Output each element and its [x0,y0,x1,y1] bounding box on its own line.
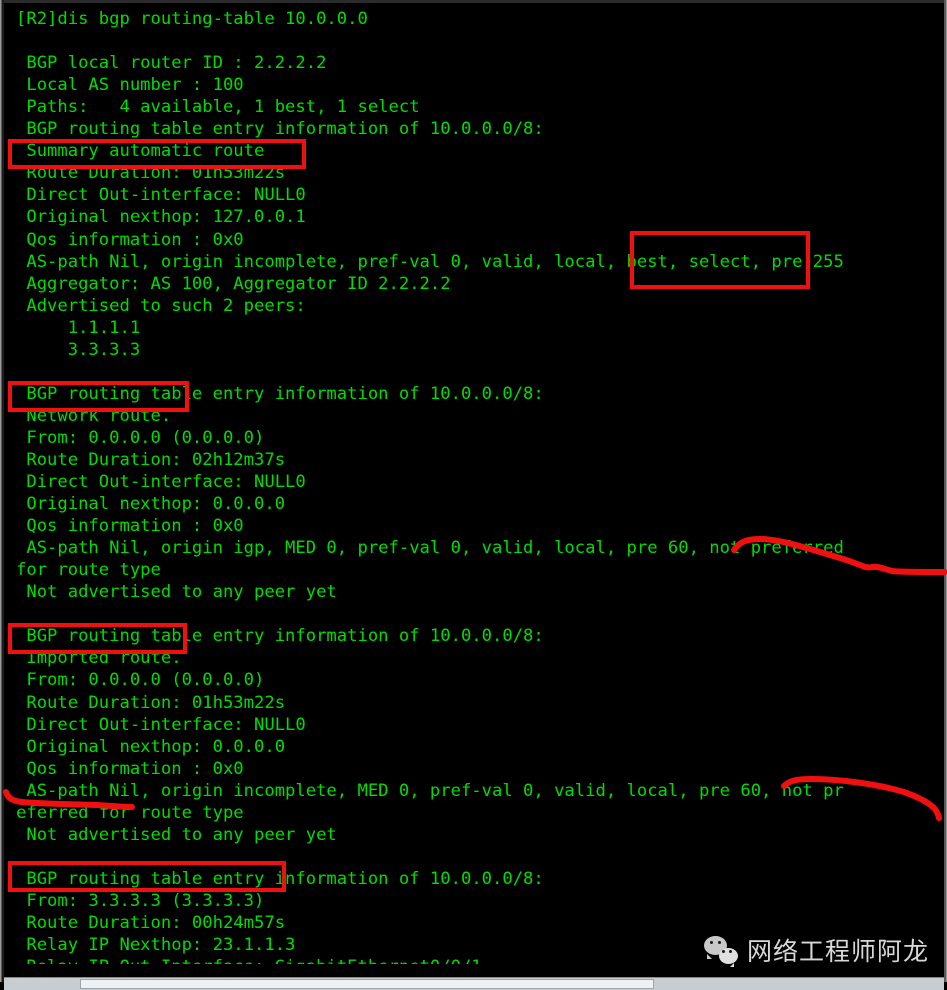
terminal-line: Imported route. [16,648,182,669]
terminal-line: Direct Out-interface: NULL0 [16,472,306,493]
terminal-line: BGP routing table entry information of 1… [16,868,544,889]
terminal-line: Paths: 4 available, 1 best, 1 select [16,97,420,118]
wechat-icon [703,936,738,967]
terminal-line: BGP routing table entry information of 1… [16,383,544,404]
terminal-line: BGP routing table entry information of 1… [16,626,544,647]
terminal-line: Qos information : 0x0 [16,758,244,779]
terminal-line: [R2]dis bgp routing-table 10.0.0.0 [16,9,368,30]
terminal-line: BGP routing table entry information of 1… [16,119,544,140]
terminal-line: Original nexthop: 127.0.0.1 [16,207,306,228]
terminal-line: for route type [16,560,161,581]
terminal-line: Not advertised to any peer yet [16,582,337,603]
terminal-line: Aggregator: AS 100, Aggregator ID 2.2.2.… [16,273,451,294]
terminal-line: AS-path Nil, origin incomplete, MED 0, p… [16,780,844,801]
terminal-line: Route Duration: 01h53m22s [16,692,286,713]
terminal-line: Network route. [16,405,172,426]
watermark-text: 网络工程师阿龙 [746,937,929,966]
terminal-line: BGP local router ID : 2.2.2.2 [16,53,327,74]
terminal-line: 1.1.1.1 [16,317,141,338]
terminal-line: Original nexthop: 0.0.0.0 [16,494,286,515]
terminal-line: eferred for route type [16,802,244,823]
horizontal-scrollbar[interactable] [4,977,944,990]
terminal-line: Route Duration: 00h24m57s [16,912,286,933]
terminal-line: Original nexthop: 0.0.0.0 [16,736,286,757]
terminal-line: AS-path Nil, origin igp, MED 0, pref-val… [16,538,844,559]
terminal-line: Route Duration: 01h53m22s [16,163,286,184]
terminal-line: Direct Out-interface: NULL0 [16,185,306,206]
terminal-line: Direct Out-interface: NULL0 [16,714,306,735]
terminal-line: Qos information : 0x0 [16,516,244,537]
terminal-line: Route Duration: 02h12m37s [16,449,286,470]
terminal-line: Not advertised to any peer yet [16,824,337,845]
terminal-line: 3.3.3.3 [16,339,141,360]
terminal-line: Local AS number : 100 [16,75,244,96]
terminal-line: From: 0.0.0.0 (0.0.0.0) [16,670,265,691]
terminal-line: Qos information : 0x0 [16,229,244,250]
terminal-line: Advertised to such 2 peers: [16,295,306,316]
terminal-line: Summary automatic route [16,141,265,162]
console-output[interactable]: [R2]dis bgp routing-table 10.0.0.0 BGP l… [4,0,944,964]
horizontal-scrollbar-thumb[interactable] [80,979,654,989]
terminal-line: AS-path Nil, origin incomplete, pref-val… [16,251,844,272]
terminal-line: From: 0.0.0.0 (0.0.0.0) [16,427,265,448]
terminal-line: From: 3.3.3.3 (3.3.3.3) [16,890,265,911]
watermark: 网络工程师阿龙 [703,932,929,968]
terminal-window: [R2]dis bgp routing-table 10.0.0.0 BGP l… [0,0,947,990]
